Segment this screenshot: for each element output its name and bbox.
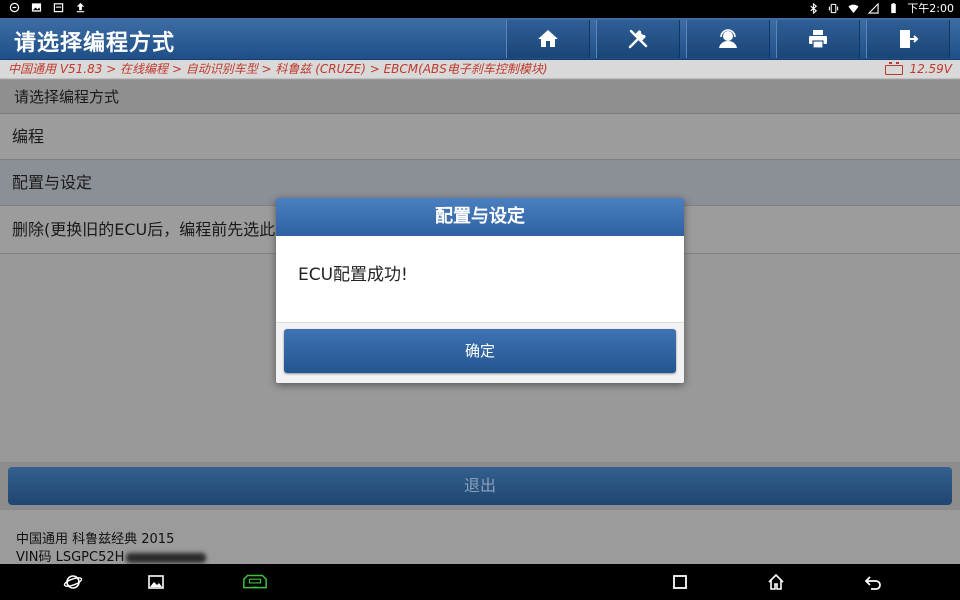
wifi-icon	[847, 3, 859, 15]
clock: 下午2:00	[907, 2, 954, 15]
gallery-icon	[148, 575, 164, 589]
recent-apps-button[interactable]	[669, 572, 691, 592]
list-heading: 请选择编程方式	[0, 80, 960, 114]
dialog-title: 配置与设定	[276, 198, 684, 236]
back-button[interactable]	[862, 572, 884, 592]
vehicle-info: 中国通用 科鲁兹经典 2015 VIN码 LSGPC52H	[0, 510, 960, 565]
vehicle-model: 中国通用 科鲁兹经典 2015	[16, 532, 175, 547]
support-agent-icon	[719, 29, 737, 48]
vin-redaction	[126, 552, 207, 563]
car-battery-icon	[885, 61, 904, 75]
vin-text: VIN码 LSGPC52H	[16, 550, 125, 565]
sync-icon	[8, 2, 20, 14]
svg-text:VCI: VCI	[252, 586, 258, 590]
voltage-indicator: 12.59V	[885, 60, 952, 79]
list-item-program[interactable]: 编程	[0, 114, 960, 160]
gallery-button[interactable]	[145, 572, 167, 592]
bluetooth-icon	[807, 2, 819, 15]
app-header: 请选择编程方式	[0, 18, 960, 60]
battery-icon	[887, 2, 899, 15]
browser-button[interactable]	[62, 572, 84, 592]
signal-icon	[867, 2, 879, 15]
exit-button[interactable]: 退出	[8, 467, 952, 505]
home-nav-icon	[768, 573, 784, 590]
breadcrumb-path: 中国通用 V51.83 > 在线编程 > 自动识别车型 > 科鲁兹 (CRUZE…	[8, 62, 548, 76]
browser-icon	[63, 575, 83, 589]
home-button[interactable]	[506, 20, 590, 58]
vibrate-icon	[827, 3, 839, 15]
exit-app-button[interactable]	[866, 20, 950, 58]
dialog-footer: 确定	[276, 323, 684, 383]
breadcrumb: 中国通用 V51.83 > 在线编程 > 自动识别车型 > 科鲁兹 (CRUZE…	[0, 60, 960, 79]
back-icon	[864, 576, 881, 590]
printer-icon	[809, 30, 827, 49]
home-icon	[538, 30, 558, 47]
image-icon	[30, 2, 42, 14]
vin-line: VIN码 LSGPC52H	[16, 546, 207, 565]
dialog-message: ECU配置成功!	[276, 236, 684, 323]
upload-icon	[74, 2, 86, 14]
voltage-value: 12.59V	[909, 62, 952, 76]
support-button[interactable]	[686, 20, 770, 58]
vci-button[interactable]: VCI	[241, 572, 269, 592]
action-bar: 退出	[0, 462, 960, 510]
recent-apps-icon	[673, 575, 687, 589]
status-bar: 下午2:00	[0, 0, 960, 18]
ok-button[interactable]: 确定	[284, 329, 676, 373]
home-nav-button[interactable]	[765, 572, 787, 592]
tools-icon	[628, 29, 648, 49]
calendar-icon	[52, 2, 64, 14]
page-title: 请选择编程方式	[14, 31, 176, 56]
tools-button[interactable]	[596, 20, 680, 58]
vci-icon: VCI	[243, 574, 267, 590]
android-nav-bar: VCI	[0, 564, 960, 600]
exit-icon	[900, 30, 919, 48]
print-button[interactable]	[776, 20, 860, 58]
config-success-dialog: 配置与设定 ECU配置成功! 确定	[276, 198, 684, 383]
